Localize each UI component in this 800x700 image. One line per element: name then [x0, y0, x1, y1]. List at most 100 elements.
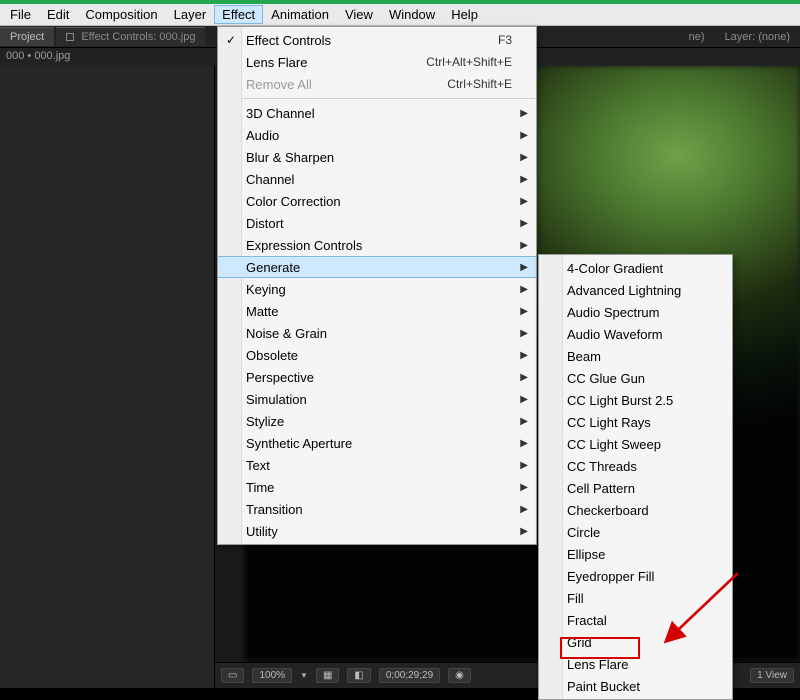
effect-menu-group-blur-sharpen[interactable]: Blur & Sharpen▶ — [218, 146, 536, 168]
menu-item-label: CC Light Rays — [567, 415, 651, 430]
menu-item-label: Remove All — [246, 77, 312, 92]
submenu-arrow-icon: ▶ — [520, 526, 528, 537]
submenu-arrow-icon: ▶ — [520, 152, 528, 163]
effect-menu-group-time[interactable]: Time▶ — [218, 476, 536, 498]
tab-composition-clipped[interactable]: ne) — [679, 28, 715, 46]
generate-submenu: 4-Color Gradient Advanced Lightning Audio … — [538, 254, 733, 700]
menu-item-label: Noise & Grain — [246, 326, 327, 341]
generate-item-cell-pattern[interactable]: Cell Pattern — [539, 477, 732, 499]
effect-menu-group-keying[interactable]: Keying▶ — [218, 278, 536, 300]
tab-effect-controls[interactable]: Effect Controls: 000.jpg — [56, 27, 205, 46]
generate-item-cc-light-sweep[interactable]: CC Light Sweep — [539, 433, 732, 455]
submenu-arrow-icon: ▶ — [520, 482, 528, 493]
generate-item-ellipse[interactable]: Ellipse — [539, 543, 732, 565]
generate-item-cc-light-burst-2-5[interactable]: CC Light Burst 2.5 — [539, 389, 732, 411]
submenu-arrow-icon: ▶ — [520, 394, 528, 405]
menu-item-label: Beam — [567, 349, 601, 364]
generate-item-cc-threads[interactable]: CC Threads — [539, 455, 732, 477]
submenu-arrow-icon: ▶ — [520, 372, 528, 383]
generate-item-cc-light-rays[interactable]: CC Light Rays — [539, 411, 732, 433]
effect-menu-group-simulation[interactable]: Simulation ▶ — [218, 388, 536, 410]
menu-layer[interactable]: Layer — [166, 5, 215, 24]
menu-item-label: Stylize — [246, 414, 284, 429]
view-count-dropdown[interactable]: 1 View — [750, 668, 794, 683]
timecode-display[interactable]: 0;00;29;29 — [379, 668, 440, 683]
menu-effect[interactable]: Effect — [214, 5, 263, 24]
effect-menu-group-channel[interactable]: Channel▶ — [218, 168, 536, 190]
effect-menu-item-effect-controls[interactable]: ✓Effect ControlsF3 — [218, 29, 536, 51]
tab-project[interactable]: Project — [0, 27, 54, 46]
generate-item-fill[interactable]: Fill — [539, 587, 732, 609]
submenu-arrow-icon: ▶ — [520, 306, 528, 317]
effect-menu-group-utility[interactable]: Utility▶ — [218, 520, 536, 542]
effect-menu-group-stylize[interactable]: Stylize ▶ — [218, 410, 536, 432]
effect-menu-group-perspective[interactable]: Perspective ▶ — [218, 366, 536, 388]
camera-icon[interactable]: ◉ — [448, 668, 471, 683]
tab-layer-none[interactable]: Layer: (none) — [715, 28, 800, 46]
zoom-dropdown[interactable]: 100% — [252, 668, 292, 683]
generate-item-fractal[interactable]: Fractal — [539, 609, 732, 631]
effect-menu-group-synthetic-aperture[interactable]: Synthetic Aperture▶ — [218, 432, 536, 454]
menu-item-label: Audio Spectrum — [567, 305, 660, 320]
menu-item-label: CC Threads — [567, 459, 637, 474]
menu-item-label: Text — [246, 458, 270, 473]
menu-item-label: Simulation — [246, 392, 307, 407]
menu-separator — [219, 98, 535, 99]
menu-item-label: Generate — [246, 260, 300, 275]
menu-item-label: Perspective — [246, 370, 314, 385]
menu-animation[interactable]: Animation — [263, 5, 337, 24]
menu-window[interactable]: Window — [381, 5, 443, 24]
effect-menu-group-expression-controls[interactable]: Expression Controls▶ — [218, 234, 536, 256]
menu-item-label: Circle — [567, 525, 600, 540]
menu-file[interactable]: File — [2, 5, 39, 24]
generate-item-eyedropper-fill[interactable]: Eyedropper Fill — [539, 565, 732, 587]
menu-item-label: Synthetic Aperture — [246, 436, 352, 451]
generate-item-audio-spectrum[interactable]: Audio Spectrum — [539, 301, 732, 323]
menu-composition[interactable]: Composition — [77, 5, 165, 24]
submenu-arrow-icon: ▶ — [520, 416, 528, 427]
generate-item-audio-waveform[interactable]: Audio Waveform — [539, 323, 732, 345]
menu-edit[interactable]: Edit — [39, 5, 77, 24]
menu-view[interactable]: View — [337, 5, 381, 24]
generate-item-beam[interactable]: Beam — [539, 345, 732, 367]
menu-item-label: Fill — [567, 591, 584, 606]
submenu-arrow-icon: ▶ — [520, 460, 528, 471]
generate-item-checkerboard[interactable]: Checkerboard — [539, 499, 732, 521]
generate-item-advanced-lightning[interactable]: Advanced Lightning — [539, 279, 732, 301]
menu-item-label: 4-Color Gradient — [567, 261, 663, 276]
effect-menu-group-color-correction[interactable]: Color Correction▶ — [218, 190, 536, 212]
generate-item-paint-bucket[interactable]: Paint Bucket — [539, 675, 732, 697]
menu-item-label: Fractal — [567, 613, 607, 628]
effect-menu-group-obsolete[interactable]: Obsolete▶ — [218, 344, 536, 366]
menu-help[interactable]: Help — [443, 5, 486, 24]
effect-menu-item-lens-flare[interactable]: Lens FlareCtrl+Alt+Shift+E — [218, 51, 536, 73]
effect-menu-group-transition[interactable]: Transition▶ — [218, 498, 536, 520]
mask-icon[interactable]: ◧ — [347, 668, 370, 683]
menu-item-label: Expression Controls — [246, 238, 362, 253]
generate-item-4-color-gradient[interactable]: 4-Color Gradient — [539, 257, 732, 279]
menu-item-label: CC Light Sweep — [567, 437, 661, 452]
generate-item-cc-glue-gun[interactable]: CC Glue Gun — [539, 367, 732, 389]
menu-item-label: Eyedropper Fill — [567, 569, 654, 584]
generate-item-grid[interactable]: Grid — [539, 631, 732, 653]
submenu-arrow-icon: ▶ — [520, 130, 528, 141]
menu-item-label: Ellipse — [567, 547, 605, 562]
project-panel[interactable] — [0, 66, 215, 688]
effect-menu-group-generate[interactable]: Generate▶ — [218, 256, 536, 278]
menu-item-label: Audio — [246, 128, 279, 143]
effect-menu-group-noise-grain[interactable]: Noise & Grain▶ — [218, 322, 536, 344]
grid-icon[interactable]: ▦ — [316, 668, 339, 683]
effect-menu-group-text[interactable]: Text ▶ — [218, 454, 536, 476]
effect-menu-group-distort[interactable]: Distort▶ — [218, 212, 536, 234]
generate-item-circle[interactable]: Circle — [539, 521, 732, 543]
submenu-arrow-icon: ▶ — [520, 108, 528, 119]
submenu-arrow-icon: ▶ — [520, 350, 528, 361]
menu-item-label: Paint Bucket — [567, 679, 640, 694]
generate-item-lens-flare[interactable]: Lens Flare — [539, 653, 732, 675]
menu-bar: File Edit Composition Layer Effect Anima… — [0, 4, 800, 26]
box-icon — [66, 33, 74, 41]
effect-menu-group-audio[interactable]: Audio ▶ — [218, 124, 536, 146]
effect-menu-group-matte[interactable]: Matte▶ — [218, 300, 536, 322]
effect-menu-group-3d-channel[interactable]: 3D Channel▶ — [218, 102, 536, 124]
window-icon[interactable]: ▭ — [221, 668, 244, 683]
